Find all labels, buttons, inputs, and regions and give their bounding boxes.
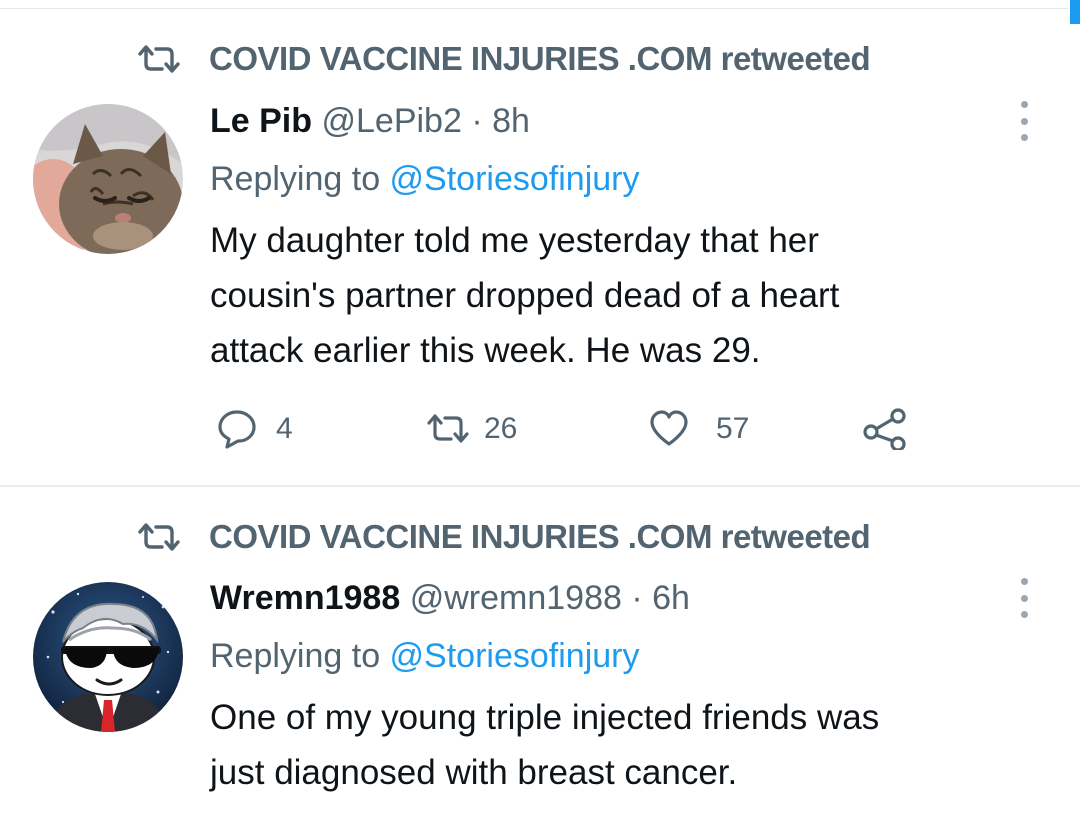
tweet-header: Le Pib @LePib2 · 8h <box>210 102 530 141</box>
retweeted-by-label: COVID VACCINE INJURIES .COM retweeted <box>209 518 871 555</box>
avatar[interactable] <box>33 582 183 732</box>
more-icon <box>1020 101 1028 108</box>
tweet-text-line: cousin's partner dropped dead of a heart <box>210 276 840 315</box>
tweet-text-line: My daughter told me yesterday that her <box>210 221 819 260</box>
display-name[interactable]: Le Pib <box>210 102 312 140</box>
like-button[interactable]: 57 <box>648 408 749 450</box>
separator-dot: · <box>471 102 483 140</box>
retweet-icon <box>427 414 469 443</box>
tweet-card[interactable]: COVID VACCINE INJURIES .COM retweeted <box>0 0 1080 486</box>
retweet-context: COVID VACCINE INJURIES .COM retweeted <box>137 40 871 78</box>
cat-avatar-icon <box>33 104 183 254</box>
heart-icon <box>650 410 688 446</box>
user-handle[interactable]: @LePib2 <box>321 102 461 140</box>
retweet-icon <box>138 45 180 73</box>
reply-button[interactable]: 4 <box>216 408 293 450</box>
more-icon <box>1020 578 1028 585</box>
share-button[interactable] <box>862 408 910 450</box>
retweeted-by-label: COVID VACCINE INJURIES .COM retweeted <box>209 40 871 77</box>
reply-count: 4 <box>276 412 293 445</box>
reply-icon <box>218 410 256 449</box>
tweet-text-line: One of my young triple injected friends … <box>210 698 880 737</box>
retweet-count: 26 <box>484 412 518 445</box>
replying-prefix: Replying to <box>210 637 390 675</box>
tweet-card[interactable]: COVID VACCINE INJURIES .COM retweeted <box>0 487 1080 823</box>
retweet-context: COVID VACCINE INJURIES .COM retweeted <box>137 518 871 556</box>
share-icon <box>863 408 906 450</box>
tweet-header: Wremn1988 @wremn1988 · 6h <box>210 579 690 618</box>
timestamp[interactable]: 8h <box>492 102 530 140</box>
tweet-text-line: just diagnosed with breast cancer. <box>210 753 738 792</box>
tweet-text-line: attack earlier this week. He was 29. <box>210 331 761 370</box>
display-name[interactable]: Wremn1988 <box>210 579 400 617</box>
replying-to: Replying to @Storiesofinjury <box>210 637 639 676</box>
more-options-button[interactable] <box>1016 578 1032 618</box>
tweet-actions: 4 26 57 <box>216 408 936 452</box>
tweet-text: My daughter told me yesterday that her c… <box>210 213 1030 378</box>
mention-link[interactable]: @Storiesofinjury <box>390 160 640 198</box>
retweet-button[interactable]: 26 <box>426 408 517 450</box>
separator-dot: · <box>631 579 643 617</box>
replying-prefix: Replying to <box>210 160 390 198</box>
like-count: 57 <box>716 412 750 445</box>
tweet-text: One of my young triple injected friends … <box>210 690 1030 800</box>
replying-to: Replying to @Storiesofinjury <box>210 160 639 199</box>
timestamp[interactable]: 6h <box>652 579 690 617</box>
reddit-snoo-sunglasses-avatar-icon <box>33 582 183 732</box>
avatar[interactable] <box>33 104 183 254</box>
user-handle[interactable]: @wremn1988 <box>410 579 622 617</box>
retweet-icon <box>138 523 180 551</box>
mention-link[interactable]: @Storiesofinjury <box>390 637 640 675</box>
more-options-button[interactable] <box>1016 101 1032 141</box>
